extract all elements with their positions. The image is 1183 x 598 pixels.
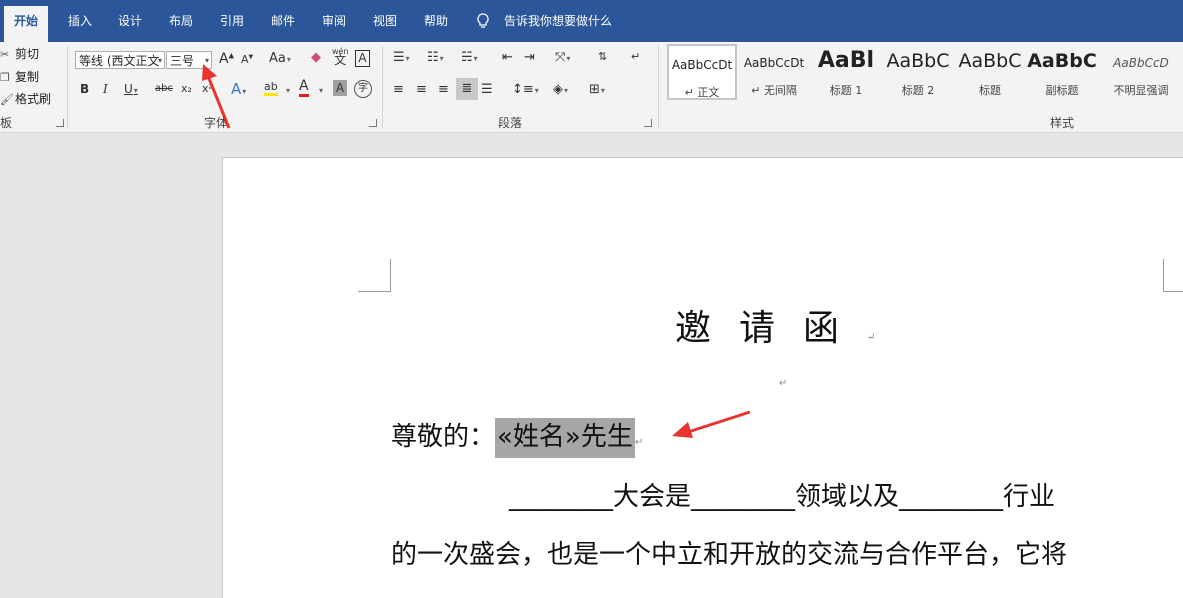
enclose-characters-button[interactable]: 字 — [354, 80, 372, 98]
crop-mark — [358, 259, 391, 292]
phonetic-guide-button[interactable]: wén 文 — [332, 47, 349, 66]
body-line-2[interactable]: 的一次盛会，也是一个中立和开放的交流与合作平台，它将 — [391, 534, 1067, 571]
salutation: 尊敬的： — [391, 422, 496, 452]
group-separator — [658, 46, 659, 128]
increase-indent-button[interactable]: ⇥ — [524, 50, 535, 65]
salutation-line[interactable]: 尊敬的：«姓名»先生 ↵ — [391, 416, 644, 458]
style-no-spacing[interactable]: AaBbCcDt ↵ 无间隔 — [739, 44, 809, 100]
paragraph-mark: ↵ — [867, 332, 876, 343]
show-marks-icon[interactable]: ↵ — [631, 50, 640, 63]
paragraph-mark: ↵ — [779, 378, 788, 389]
tab-insert[interactable]: 插入 — [68, 0, 92, 42]
align-right-button[interactable]: ≡ — [438, 82, 449, 97]
scissors-icon: ✂ — [0, 48, 10, 61]
grow-font-button[interactable]: A▲ — [219, 51, 234, 67]
chinese-layout-button[interactable]: ⤧▾ — [555, 50, 570, 65]
group-separator — [382, 46, 383, 128]
style-heading-2[interactable]: AaBbC 标题 2 — [883, 44, 953, 100]
distributed-button[interactable]: ☰ — [481, 82, 493, 97]
copy-button[interactable]: ❐ 复制 — [0, 68, 39, 85]
tab-home[interactable]: 开始 — [4, 6, 49, 42]
paragraph-group-label: 段落 — [498, 116, 523, 130]
multilevel-list-button[interactable]: ☵▾ — [461, 50, 478, 65]
tab-view[interactable]: 视图 — [373, 0, 397, 42]
styles-gallery: AaBbCcDt ↵ 正文 AaBbCcDt ↵ 无间隔 AaBl 标题 1 A… — [665, 42, 1183, 104]
font-launcher-icon[interactable] — [369, 119, 377, 127]
styles-group-label: 样式 — [1050, 116, 1075, 130]
clipboard-launcher-icon[interactable] — [56, 119, 64, 127]
bullets-button[interactable]: ☰▾ — [393, 50, 410, 65]
align-left-button[interactable]: ≡ — [393, 82, 404, 97]
tab-design[interactable]: 设计 — [118, 0, 142, 42]
paragraph-launcher-icon[interactable] — [644, 119, 652, 127]
document-page[interactable]: 邀请函↵ ↵ 尊敬的：«姓名»先生 ↵ ________大会是________领域… — [222, 157, 1183, 598]
character-border-button[interactable]: A — [355, 50, 370, 67]
tab-help[interactable]: 帮助 — [424, 0, 448, 42]
sort-icon[interactable]: ⇅ — [598, 50, 607, 63]
cut-button[interactable]: ✂ 剪切 — [0, 45, 39, 62]
italic-button[interactable]: I — [103, 82, 108, 96]
tell-me-text: 告诉我你想要做什么 — [504, 14, 613, 28]
highlight-dropdown[interactable]: ▾ — [285, 82, 290, 97]
body-line-1[interactable]: ________大会是________领域以及________行业 — [509, 476, 1055, 513]
eraser-icon[interactable]: ◆ — [311, 50, 321, 65]
numbering-button[interactable]: ☷▾ — [427, 50, 444, 65]
character-shading-button[interactable]: A — [333, 80, 347, 96]
tab-review[interactable]: 审阅 — [322, 0, 346, 42]
tab-mailings[interactable]: 邮件 — [271, 0, 295, 42]
lightbulb-icon — [477, 13, 489, 28]
style-normal[interactable]: AaBbCcDt ↵ 正文 — [667, 44, 737, 100]
tab-layout[interactable]: 布局 — [169, 0, 193, 42]
underline-button[interactable]: U▾ — [124, 82, 138, 96]
copy-icon: ❐ — [0, 71, 10, 84]
font-size-combo[interactable]: 三号 ▾ — [166, 51, 212, 69]
font-name-combo[interactable]: 等线 (西文正文 ▾ — [75, 51, 165, 69]
bold-button[interactable]: B — [80, 82, 89, 96]
tab-references[interactable]: 引用 — [220, 0, 244, 42]
justify-button[interactable]: ≣ — [456, 78, 478, 100]
chevron-down-icon: ▾ — [157, 56, 162, 65]
paintbrush-icon: 🖌 — [0, 93, 14, 106]
shrink-font-button[interactable]: A▼ — [241, 53, 253, 66]
style-heading-1[interactable]: AaBl 标题 1 — [811, 44, 881, 100]
clipboard-group-label: 板 — [0, 116, 13, 130]
chevron-down-icon: ▾ — [204, 56, 209, 65]
line-spacing-button[interactable]: ↕≡▾ — [512, 82, 539, 97]
align-center-button[interactable]: ≡ — [416, 82, 427, 97]
ribbon: ✂ 剪切 ❐ 复制 🖌格式刷 板 等线 (西文正文 ▾ 三号 ▾ A▲ A▼ Aa▾ ◆… — [0, 42, 1183, 133]
font-group-label: 字体 — [204, 116, 229, 130]
group-separator — [67, 46, 68, 128]
document-title[interactable]: 邀请函↵ — [675, 299, 875, 351]
crop-mark — [1163, 259, 1183, 292]
font-color-button[interactable]: A — [299, 79, 309, 97]
style-title[interactable]: AaBbC 标题 — [955, 44, 1025, 100]
merge-field-name[interactable]: «姓名»先生 — [495, 418, 635, 458]
superscript-button[interactable]: x² — [202, 82, 213, 95]
borders-button[interactable]: ⊞▾ — [589, 82, 605, 97]
style-subtle-emphasis[interactable]: AaBbCcD 不明显强调 — [1099, 44, 1183, 100]
format-painter-button[interactable]: 🖌格式刷 — [0, 90, 51, 107]
ribbon-tab-bar: 开始 插入 设计 布局 引用 邮件 审阅 视图 帮助 告诉我你想要做什么 — [0, 0, 1183, 42]
shading-button[interactable]: ◈▾ — [553, 82, 568, 97]
text-effects-button[interactable]: A▾ — [231, 80, 246, 98]
subscript-button[interactable]: x₂ — [181, 82, 192, 95]
strikethrough-button[interactable]: abc — [155, 83, 173, 94]
paragraph-mark: ↵ — [634, 437, 644, 448]
decrease-indent-button[interactable]: ⇤ — [502, 50, 513, 65]
highlight-button[interactable]: ab — [264, 80, 278, 96]
font-color-dropdown[interactable]: ▾ — [318, 82, 323, 97]
change-case-button[interactable]: Aa▾ — [269, 51, 291, 66]
style-subtitle[interactable]: AaBbC 副标题 — [1027, 44, 1097, 100]
